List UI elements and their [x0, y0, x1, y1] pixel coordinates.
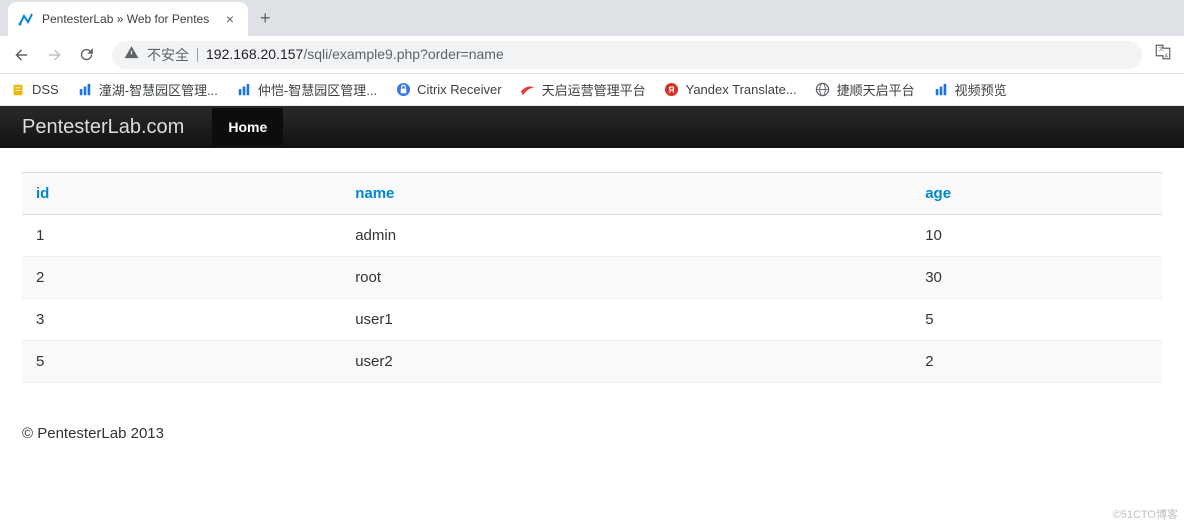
table-row: 3user15: [22, 299, 1162, 341]
cell-age: 10: [911, 215, 1162, 257]
page-navbar: PentesterLab.com Home: [0, 106, 1184, 148]
table-row: 2root30: [22, 257, 1162, 299]
bookmark-label: 捷顺天启平台: [837, 80, 915, 99]
bookmark-label: DSS: [32, 82, 59, 97]
bookmark-item[interactable]: 仲恺-智慧园区管理...: [236, 80, 377, 99]
bookmark-item[interactable]: 视频预览: [933, 80, 1007, 99]
brand-label[interactable]: PentesterLab.com: [22, 116, 184, 139]
bookmark-label: 仲恺-智慧园区管理...: [258, 80, 377, 99]
cell-name: user1: [341, 299, 911, 341]
bookmark-item[interactable]: 捷顺天启平台: [815, 80, 915, 99]
globe-icon: [815, 82, 831, 98]
divider: [197, 48, 198, 62]
browser-tab[interactable]: PentesterLab » Web for Pentes ×: [8, 2, 248, 36]
not-secure-icon: [124, 45, 139, 65]
cell-name: user2: [341, 341, 911, 383]
cell-id: 2: [22, 257, 341, 299]
bookmark-label: 天启运营管理平台: [542, 80, 646, 99]
reload-button[interactable]: [72, 41, 100, 69]
page-content: id name age 1admin102root303user155user2…: [0, 148, 1184, 407]
new-tab-button[interactable]: +: [248, 8, 283, 29]
favicon-icon: [18, 11, 34, 27]
bookmark-item[interactable]: 潼湖-智慧园区管理...: [77, 80, 218, 99]
bookmark-label: Yandex Translate...: [686, 82, 797, 97]
svg-text:A: A: [1165, 53, 1169, 59]
doc-icon: [10, 82, 26, 98]
url-path: /sqli/example9.php?order=name: [303, 46, 503, 62]
cell-id: 5: [22, 341, 341, 383]
url-host: 192.168.20.157: [206, 46, 303, 62]
watermark: ©51CTO博客: [1113, 506, 1178, 522]
bookmark-item[interactable]: Я Yandex Translate...: [664, 82, 797, 98]
bookmark-item[interactable]: 天启运营管理平台: [520, 80, 646, 99]
translate-icon[interactable]: 文A: [1154, 43, 1172, 66]
bookmark-item[interactable]: DSS: [10, 82, 59, 98]
bookmark-label: 视频预览: [955, 80, 1007, 99]
bookmark-label: Citrix Receiver: [417, 82, 502, 97]
cell-name: root: [341, 257, 911, 299]
badge-y-icon: Я: [664, 82, 680, 98]
bookmark-label: 潼湖-智慧园区管理...: [99, 80, 218, 99]
cell-age: 30: [911, 257, 1162, 299]
security-label: 不安全: [147, 45, 189, 65]
close-icon[interactable]: ×: [222, 11, 238, 27]
bookmarks-bar: DSS 潼湖-智慧园区管理... 仲恺-智慧园区管理... Citrix Rec…: [0, 74, 1184, 106]
cell-age: 2: [911, 341, 1162, 383]
table-row: 5user22: [22, 341, 1162, 383]
header-age[interactable]: age: [911, 173, 1162, 215]
browser-tab-strip: PentesterLab » Web for Pentes × +: [0, 0, 1184, 36]
url-text: 192.168.20.157/sqli/example9.php?order=n…: [206, 46, 504, 64]
table-row: 1admin10: [22, 215, 1162, 257]
tab-title: PentesterLab » Web for Pentes: [42, 12, 214, 26]
data-table: id name age 1admin102root303user155user2…: [22, 172, 1162, 383]
bookmark-item[interactable]: Citrix Receiver: [395, 82, 502, 98]
bars-icon: [236, 82, 252, 98]
browser-toolbar: 不安全 192.168.20.157/sqli/example9.php?ord…: [0, 36, 1184, 74]
header-id[interactable]: id: [22, 173, 341, 215]
table-header-row: id name age: [22, 173, 1162, 215]
lock-circle-icon: [395, 82, 411, 98]
cell-age: 5: [911, 299, 1162, 341]
cell-name: admin: [341, 215, 911, 257]
address-bar[interactable]: 不安全 192.168.20.157/sqli/example9.php?ord…: [112, 41, 1142, 69]
svg-text:Я: Я: [669, 84, 675, 94]
cell-id: 1: [22, 215, 341, 257]
cell-id: 3: [22, 299, 341, 341]
header-name[interactable]: name: [341, 173, 911, 215]
page-footer: © PentesterLab 2013: [0, 425, 1184, 442]
back-button[interactable]: [8, 41, 36, 69]
bars-icon: [933, 82, 949, 98]
nav-home[interactable]: Home: [212, 108, 283, 146]
bars-icon: [77, 82, 93, 98]
forward-button[interactable]: [40, 41, 68, 69]
swoosh-icon: [520, 82, 536, 98]
